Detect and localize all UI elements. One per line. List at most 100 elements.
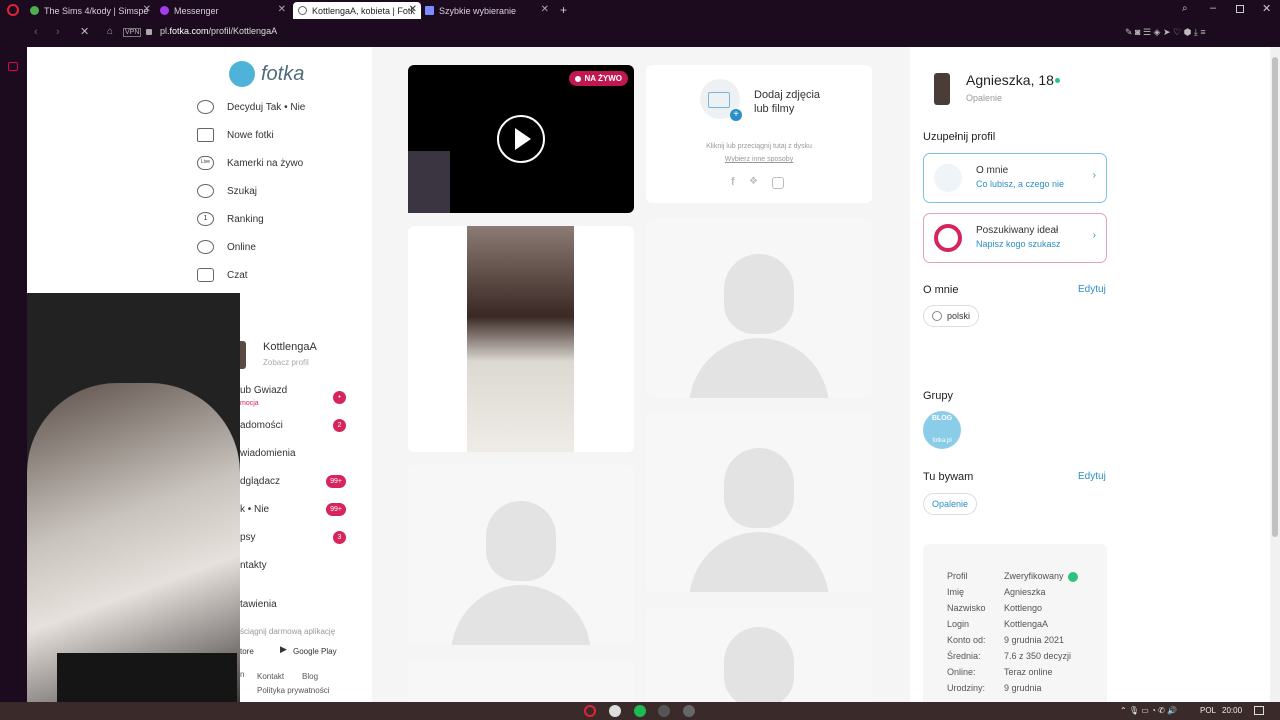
close-tab-icon[interactable]: ✕ [541,4,549,15]
opera-taskbar-icon[interactable] [584,705,596,717]
dropbox-icon[interactable]: ❖ [749,176,758,187]
forward-icon[interactable]: › [56,26,60,38]
upload-card[interactable]: + Dodaj zdjęcia lub filmy Kliknij lub pr… [646,65,872,203]
photo-placeholder [408,659,634,702]
nav-czat[interactable]: Czat [197,265,248,285]
menu-powiadomienia[interactable]: wiadomienia [240,448,296,459]
footer-privacy[interactable]: Polityka prywatności [257,686,329,695]
photo-gallery: NA ŻYWO + Dodaj zdjęcia lub filmy Klikni… [372,47,910,702]
footer-blog[interactable]: Blog [302,672,318,681]
back-icon[interactable]: ‹ [34,26,38,38]
tu-bywam-edit-link[interactable]: Edytuj [1078,471,1106,482]
notifications-icon[interactable] [1254,706,1264,715]
photo-placeholder [646,607,872,702]
tab-fotka[interactable]: KottlengaA, kobieta | Fotk ✕ [293,2,421,19]
discord-taskbar-icon[interactable] [683,705,695,717]
url-field[interactable]: pl.fotka.com/profil/KottlengaA [160,26,277,36]
place-chip[interactable]: Opalenie [923,493,978,515]
view-profile-link[interactable]: Zobacz profil [263,358,309,367]
tray-icons[interactable]: ⌃ 🎙 ▭ ◔ ✆ 🔊 [1120,706,1177,715]
silhouette-icon [724,448,794,528]
fotka-logo-icon [229,61,255,87]
live-badge[interactable]: NA ŻYWO [568,71,628,86]
fotka-logo[interactable]: fotka [229,61,304,87]
profile-sidebar: Agnieszka, 18 Opalenie Uzupełnij profil … [910,47,1270,702]
menu-kontakty[interactable]: ntakty [240,560,267,571]
opera-logo-icon[interactable] [7,4,19,16]
close-window-icon[interactable]: ✕ [1262,2,1271,15]
tu-bywam-heading: Tu bywam [923,471,974,483]
menu-wpisy[interactable]: psy [240,532,256,543]
profile-avatar[interactable] [934,73,950,105]
tab-speed-dial[interactable]: Szybkie wybieranie ✕ [425,2,553,19]
complete-profile-heading: Uzupełnij profil [923,131,996,143]
nav-kamerki[interactable]: Live Kamerki na żywo [197,153,303,173]
search-tabs-icon[interactable]: ⌕ [1182,3,1188,14]
fotka-favicon-icon [298,6,307,15]
menu-wiadomosci[interactable]: adomości [240,420,283,431]
other-ways-link[interactable]: Wybierz inne sposoby [646,156,872,163]
upload-title-2: lub filmy [754,103,795,115]
close-tab-icon[interactable]: ✕ [143,4,151,15]
verified-check-icon [1067,571,1078,582]
footer-kontakt[interactable]: Kontakt [257,672,284,681]
klub-badge: • [333,391,346,404]
user-avatar[interactable] [240,341,246,369]
nav-szukaj[interactable]: Szukaj [197,181,257,201]
ideal-card[interactable]: Poszukiwany ideał Napisz kogo szukasz › [923,213,1107,263]
language-indicator[interactable]: POL [1200,706,1216,715]
menu-ustawienia[interactable]: tawienia [240,599,277,610]
address-bar: ‹ › ✕ ⌂ VPN pl.fotka.com/profil/Kottleng… [0,21,1280,47]
app-taskbar-icon[interactable] [609,705,621,717]
user-name[interactable]: KottlengaA [263,341,317,353]
close-tab-icon[interactable]: ✕ [409,4,417,15]
info-row-login: Login KottlengaA [947,619,1049,629]
home-icon[interactable]: ⌂ [107,26,113,37]
facebook-icon[interactable]: f [731,176,735,188]
steam-taskbar-icon[interactable] [658,705,670,717]
nav-ranking[interactable]: 1 Ranking [197,209,264,229]
silhouette-icon [724,627,794,702]
extensions-icon[interactable]: ✎ ◙ ☰ ◈ ➤ ♡ ⬢ ⤓ ≡ [1125,27,1206,38]
search-icon [197,184,214,198]
chat-icon [197,268,214,282]
menu-podgladacz[interactable]: dglądacz [240,476,280,487]
picture-icon [708,92,730,108]
speed-dial-icon [425,6,434,15]
vpn-badge[interactable]: VPN [123,28,142,37]
workspace-icon[interactable] [8,62,18,71]
live-preview-thumb [408,151,450,213]
tab-messenger[interactable]: Messenger ✕ [160,2,290,19]
google-play-link[interactable]: Google Play [293,647,337,656]
info-row-urodziny: Urodziny: 9 grudnia [947,683,1042,693]
about-edit-link[interactable]: Edytuj [1078,284,1106,295]
online-icon [197,240,214,254]
restore-window-icon[interactable] [1236,5,1244,13]
instagram-icon[interactable] [772,177,784,189]
tak-nie-badge: 99+ [326,503,346,516]
blog-group-badge[interactable]: BLOG fotka.pl [923,411,961,449]
heart-icon [197,100,214,114]
tab-simspe[interactable]: The Sims 4/kody | Simspe ✕ [30,2,155,19]
menu-tak-nie[interactable]: k • Nie [240,504,269,515]
nav-nowe-fotki[interactable]: Nowe fotki [197,125,274,145]
minimize-window-icon[interactable]: – [1210,2,1216,14]
app-store-link[interactable]: tore [240,647,254,656]
page-scrollbar[interactable] [1270,47,1280,702]
browser-sidebar [0,47,27,702]
nav-online[interactable]: Online [197,237,256,257]
globe-icon [932,311,942,321]
live-video-card[interactable]: NA ŻYWO [408,65,634,213]
close-tab-icon[interactable]: ✕ [278,4,286,15]
reload-icon[interactable]: ✕ [80,25,89,38]
clock[interactable]: 20:00 [1222,706,1242,715]
about-me-card[interactable]: O mnie Co lubisz, a czego nie › [923,153,1107,203]
scrollbar-thumb[interactable] [1272,57,1278,537]
wiadomosci-badge: 2 [333,419,346,432]
new-tab-icon[interactable]: + [560,3,567,17]
spotify-taskbar-icon[interactable] [634,705,646,717]
profile-photo[interactable] [467,226,574,452]
photo-card-main[interactable] [408,226,634,452]
menu-klub-gwiazd[interactable]: ub Gwiazd [240,385,287,396]
nav-decyduj[interactable]: Decyduj Tak • Nie [197,97,305,117]
